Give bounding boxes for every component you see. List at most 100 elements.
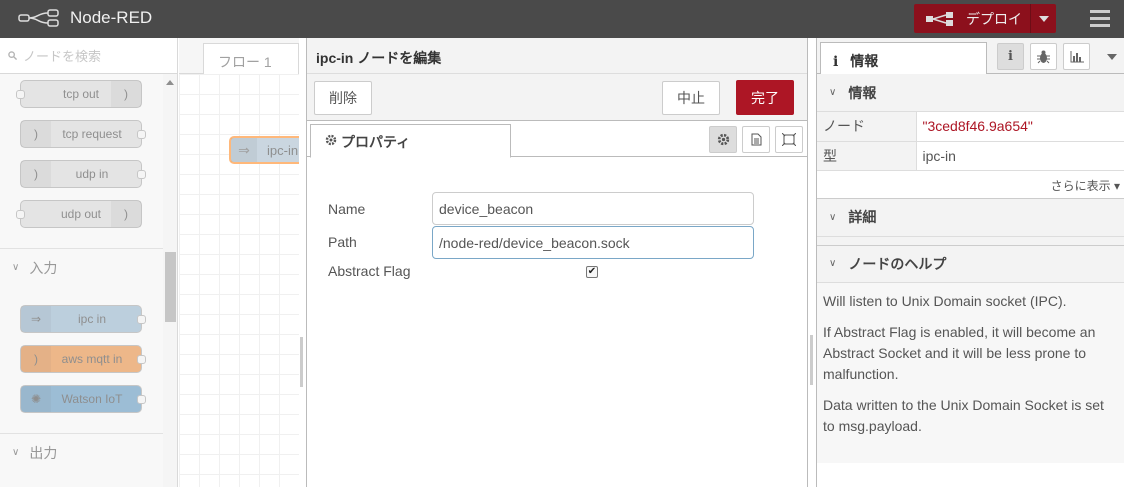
section-info[interactable]: ∨ 情報 (817, 74, 1124, 112)
app-header: Node-RED デプロイ (0, 0, 1124, 38)
bar-chart-icon (1070, 50, 1084, 62)
info-key: 型 (817, 141, 917, 171)
resize-handle[interactable] (810, 335, 813, 385)
delete-button[interactable]: 削除 (314, 81, 372, 115)
section-info-label: 情報 (848, 84, 877, 101)
tab-properties[interactable]: プロパティ (310, 124, 511, 158)
bridge-icon: ) (21, 121, 51, 147)
name-field[interactable] (432, 192, 754, 225)
section-node-help[interactable]: ∨ ノードのヘルプ (817, 244, 1124, 283)
bug-icon (1037, 50, 1050, 63)
spacer (817, 236, 1124, 245)
chevron-down-icon: ∨ (829, 258, 837, 269)
main-menu-button[interactable] (1090, 10, 1110, 28)
done-button[interactable]: 完了 (736, 80, 794, 115)
node-settings-button[interactable] (709, 126, 737, 153)
tray-title: ipc-in ノードを編集 (307, 38, 807, 74)
arrow-in-icon: ⇒ (21, 306, 51, 332)
deploy-button[interactable]: デプロイ (914, 4, 1056, 33)
scroll-up-icon[interactable] (166, 80, 174, 85)
appearance-icon (782, 133, 796, 146)
chevron-down-icon: ∨ (12, 262, 20, 273)
deploy-options-button[interactable] (1030, 4, 1056, 33)
chevron-down-icon: ∨ (829, 211, 837, 223)
node-palette: ノードを検索 tcp out ) ) tcp request ) udp in … (0, 38, 178, 487)
palette-node-udp-out[interactable]: udp out ) (16, 200, 142, 228)
tab-flow-1[interactable]: フロー 1 (203, 43, 299, 75)
bridge-icon: ) (111, 81, 141, 107)
chevron-down-icon: ∨ (829, 87, 837, 98)
info-sidebar: i 情報 i ∨ 情報 ノード "3ced8f46.9a654" 型 ipc-i… (816, 38, 1124, 487)
palette-node-ipc-in[interactable]: ⇒ ipc in (20, 305, 146, 333)
output-port (137, 395, 146, 404)
sidebar-info-button[interactable]: i (997, 43, 1024, 70)
palette-category-output[interactable]: ∨ 出力 (0, 433, 163, 471)
sidebar-dashboard-button[interactable] (1063, 43, 1090, 70)
tray-toolbar: 削除 中止 完了 (307, 74, 807, 121)
app-title: Node-RED (70, 8, 153, 27)
node-appearance-button[interactable] (775, 126, 803, 153)
sidebar-debug-button[interactable] (1030, 43, 1057, 70)
edit-tray: ipc-in ノードを編集 削除 中止 完了 プロパティ Name Path A… (306, 38, 808, 487)
flow-workspace: フロー 1 ⇒ ipc-in (179, 38, 299, 487)
section-help-label: ノードのヘルプ (848, 255, 947, 272)
node-label: ipc-in (267, 142, 299, 158)
tab-properties-label: プロパティ (341, 134, 411, 150)
resize-handle[interactable] (300, 337, 303, 387)
sidebar-tabs-menu-icon[interactable] (1107, 54, 1117, 60)
section-details[interactable]: ∨ 詳細 (817, 198, 1124, 237)
caret-down-icon (1038, 15, 1049, 22)
palette-node-tcp-out[interactable]: tcp out ) (16, 80, 142, 108)
tab-info[interactable]: i 情報 (820, 42, 987, 75)
abstract-flag-label: Abstract Flag (328, 263, 411, 279)
hamburger-line (1090, 17, 1110, 20)
output-port (137, 170, 146, 179)
info-icon: i (1008, 49, 1013, 64)
info-icon: i (833, 54, 839, 70)
app-logo: Node-RED (18, 8, 152, 28)
help-paragraph: Data written to the Unix Domain Socket i… (823, 396, 1104, 434)
tray-tabs: プロパティ (307, 121, 807, 158)
workspace-grid[interactable]: ⇒ ipc-in (179, 74, 299, 487)
info-value: ipc-in (916, 141, 1124, 171)
name-label: Name (328, 201, 366, 217)
node-description-button[interactable] (742, 126, 770, 153)
help-paragraph: Will listen to Unix Domain socket (IPC). (823, 292, 1067, 309)
bridge-icon: ) (111, 201, 141, 227)
search-input[interactable]: ノードを検索 (23, 46, 101, 65)
section-details-label: 詳細 (848, 209, 877, 225)
gear-icon (717, 133, 729, 146)
info-value: "3ced8f46.9a654" (916, 112, 1124, 142)
hamburger-icon (1090, 10, 1110, 13)
document-icon (751, 133, 761, 146)
palette-scrollbar[interactable] (163, 74, 177, 487)
watson-icon: ✺ (21, 386, 51, 412)
table-row: ノード "3ced8f46.9a654" (817, 112, 1124, 142)
arrow-in-icon: ⇒ (231, 138, 257, 162)
help-paragraph: If Abstract Flag is enabled, it will bec… (823, 323, 1096, 382)
tab-info-label: 情報 (850, 53, 879, 69)
deploy-icon (926, 11, 953, 26)
cancel-button[interactable]: 中止 (662, 81, 720, 115)
workspace-node-ipc-in[interactable]: ⇒ ipc-in (229, 136, 299, 164)
input-port (16, 210, 25, 219)
output-port (137, 130, 146, 139)
scroll-thumb[interactable] (165, 252, 176, 322)
bridge-icon: ) (21, 161, 51, 187)
gear-icon (325, 134, 337, 146)
abstract-flag-checkbox[interactable]: ✔ (586, 266, 598, 278)
output-port (137, 355, 146, 364)
palette-category-input[interactable]: ∨ 入力 (0, 248, 163, 286)
node-red-logo-icon (18, 9, 59, 27)
category-label: 入力 (29, 259, 58, 276)
palette-search[interactable]: ノードを検索 (0, 38, 177, 74)
palette-node-udp-in[interactable]: ) udp in (20, 160, 146, 188)
show-more-link[interactable]: さらに表示 ▾ (817, 171, 1124, 199)
chevron-down-icon: ∨ (12, 447, 20, 458)
path-field[interactable] (432, 226, 754, 259)
palette-node-tcp-request[interactable]: ) tcp request (20, 120, 146, 148)
hamburger-line (1090, 24, 1110, 27)
palette-node-watson-iot[interactable]: ✺ Watson IoT (20, 385, 146, 413)
palette-node-aws-mqtt-in[interactable]: ) aws mqtt in (20, 345, 146, 373)
deploy-label: デプロイ (966, 10, 1022, 27)
